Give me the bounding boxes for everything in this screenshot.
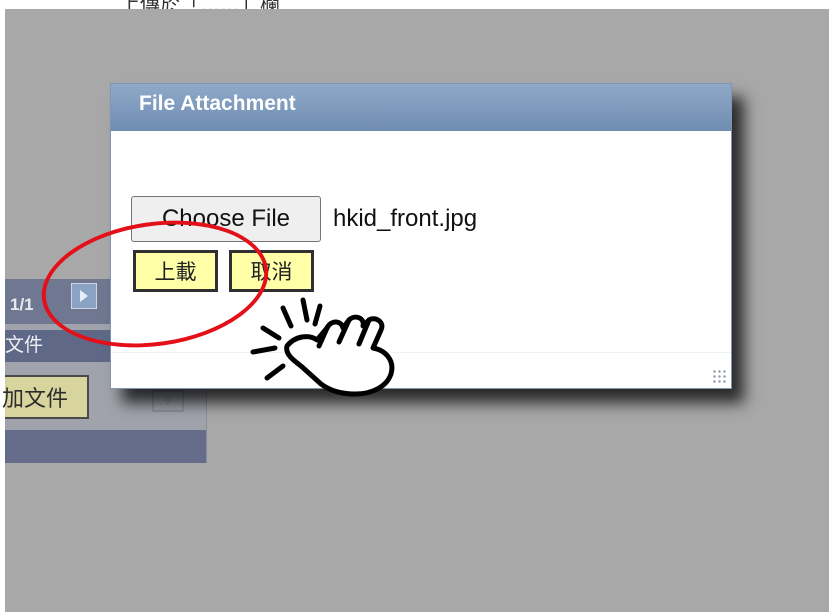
resize-grip-icon[interactable] [712,369,728,385]
pager-label: 1/1 [10,295,34,314]
selected-file-name: hkid_front.jpg [333,205,478,232]
dialog-footer-divider [111,352,731,353]
hand-pointer-icon [250,297,395,397]
add-document-button: 加文件 [2,375,89,419]
add-plus-icon: + [152,390,184,412]
background-footer [5,430,206,463]
dialog-title: File Attachment [139,92,296,115]
top-partial-strip: 上傳於「……」欄 [0,0,829,9]
dialog-title-bar[interactable]: File Attachment [111,84,731,131]
top-partial-text: 上傳於「……」欄 [120,0,280,9]
